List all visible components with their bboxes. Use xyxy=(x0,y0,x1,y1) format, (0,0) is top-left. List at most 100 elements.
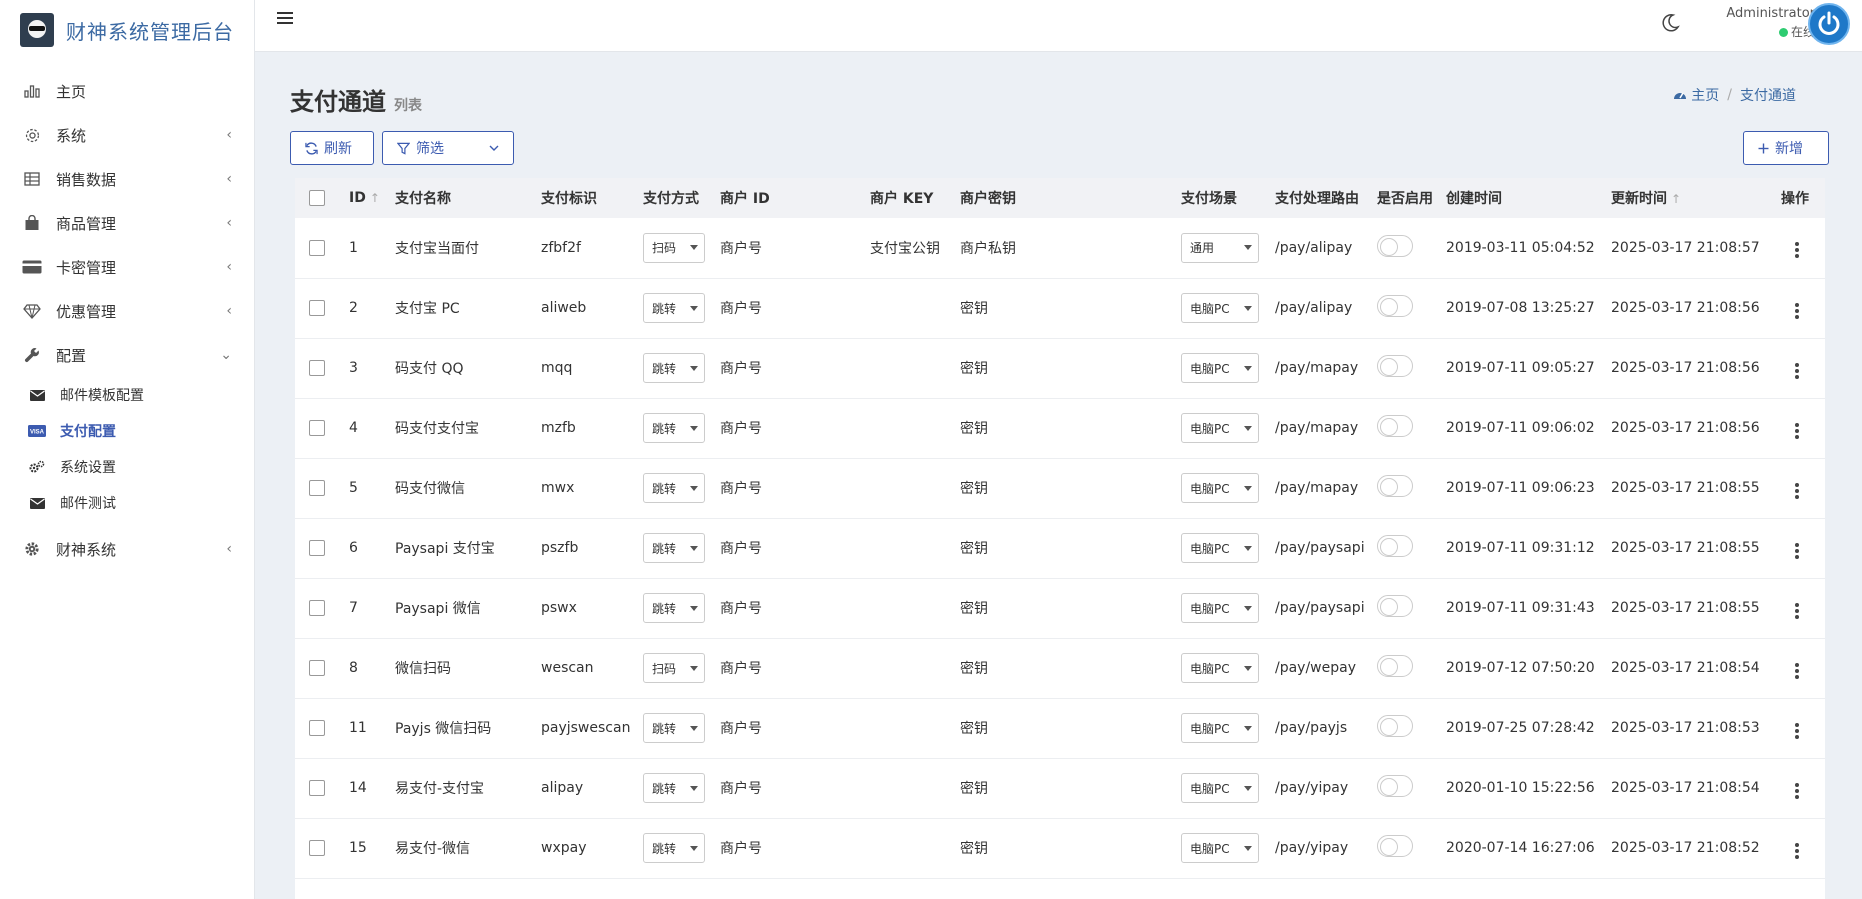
row-checkbox[interactable] xyxy=(309,720,325,736)
enabled-toggle[interactable] xyxy=(1377,655,1413,677)
user-info[interactable]: Administrator 在线 xyxy=(1705,6,1815,40)
diamond-icon xyxy=(22,301,42,321)
method-select[interactable]: 跳转 xyxy=(643,353,705,383)
enabled-toggle[interactable] xyxy=(1377,415,1413,437)
method-select[interactable]: 扫码 xyxy=(643,232,705,263)
enabled-toggle[interactable] xyxy=(1377,535,1413,557)
sidebar-item-product-management[interactable]: 商品管理 ‹ xyxy=(0,201,254,245)
caret-down-icon xyxy=(1244,245,1252,251)
enabled-toggle[interactable] xyxy=(1377,715,1413,737)
sidebar-item-caishen-system[interactable]: 财神系统 ‹ xyxy=(0,527,254,571)
method-select[interactable]: 跳转 xyxy=(643,593,705,623)
more-actions-icon[interactable] xyxy=(1789,540,1805,562)
table-row[interactable]: 3 码支付 QQ mqq 跳转 商户号 密钥 电脑PC/pay/mapay 2019-07-1… xyxy=(295,338,1825,399)
sidebar-item-config[interactable]: 配置 ⌄ xyxy=(0,333,254,377)
column-header-updated[interactable]: 更新时间 ↑ xyxy=(1603,178,1773,218)
scene-select[interactable]: 电脑PC xyxy=(1181,653,1259,683)
column-header-name: 支付名称 xyxy=(395,191,451,207)
scene-select[interactable]: 电脑PC xyxy=(1181,353,1259,383)
sidebar-subitem-payment-config[interactable]: VISA 支付配置 xyxy=(0,413,254,449)
more-actions-icon[interactable] xyxy=(1789,840,1805,862)
row-checkbox[interactable] xyxy=(309,540,325,556)
breadcrumb-home-link[interactable]: 主页 xyxy=(1691,85,1719,105)
sidebar-subitem-mail-template[interactable]: 邮件模板配置 xyxy=(0,377,254,413)
dark-mode-toggle-icon[interactable] xyxy=(1660,13,1682,35)
table-row[interactable]: 5 码支付微信 mwx 跳转 商户号 密钥 电脑PC/pay/mapay 2019-07-11… xyxy=(295,458,1825,519)
method-select[interactable]: 跳转 xyxy=(643,773,705,803)
sidebar-subitem-system-settings[interactable]: 系统设置 xyxy=(0,449,254,485)
method-select[interactable]: 扫码 xyxy=(643,653,705,683)
more-actions-icon[interactable] xyxy=(1789,600,1805,622)
more-actions-icon[interactable] xyxy=(1789,360,1805,382)
more-actions-icon[interactable] xyxy=(1789,660,1805,682)
filter-button[interactable]: 筛选 xyxy=(382,131,514,165)
scene-select[interactable]: 通用 xyxy=(1181,232,1259,263)
sidebar-subitem-mail-test[interactable]: 邮件测试 xyxy=(0,485,254,521)
table-row[interactable]: 4 码支付支付宝 mzfb 跳转 商户号 密钥 电脑PC/pay/mapay 2019-07-… xyxy=(295,398,1825,459)
add-button[interactable]: 新增 xyxy=(1743,131,1829,165)
caret-down-icon xyxy=(690,425,698,431)
cell-id: 5 xyxy=(341,458,387,519)
method-select[interactable]: 跳转 xyxy=(643,413,705,443)
more-actions-icon[interactable] xyxy=(1789,420,1805,442)
table-row[interactable]: 11 Payjs 微信扫码 payjswescan 跳转 商户号 密钥 电脑PC/pay/p… xyxy=(295,698,1825,759)
scene-select[interactable]: 电脑PC xyxy=(1181,593,1259,623)
more-actions-icon[interactable] xyxy=(1789,239,1805,261)
brand-logo xyxy=(20,13,54,47)
cell-merchant-key xyxy=(862,758,952,819)
row-checkbox[interactable] xyxy=(309,420,325,436)
enabled-toggle[interactable] xyxy=(1377,475,1413,497)
more-actions-icon[interactable] xyxy=(1789,300,1805,322)
enabled-toggle[interactable] xyxy=(1377,835,1413,857)
enabled-toggle[interactable] xyxy=(1377,234,1413,257)
more-actions-icon[interactable] xyxy=(1789,780,1805,802)
method-select[interactable]: 跳转 xyxy=(643,533,705,563)
table-row[interactable]: 2 支付宝 PC aliweb 跳转 商户号 密钥 电脑PC/pay/alipay 2019-… xyxy=(295,278,1825,339)
row-checkbox[interactable] xyxy=(309,840,325,856)
table-row[interactable]: 7 Paysapi 微信 pswx 跳转 商户号 密钥 电脑PC/pay/paysapi 20… xyxy=(295,578,1825,639)
row-checkbox[interactable] xyxy=(309,239,325,256)
cell-code: aliweb xyxy=(533,278,635,339)
table-row[interactable]: 14 易支付-支付宝 alipay 跳转 商户号 密钥 电脑PC/pay/yipay 2020… xyxy=(295,758,1825,819)
enabled-toggle[interactable] xyxy=(1377,295,1413,317)
scene-select[interactable]: 电脑PC xyxy=(1181,413,1259,443)
refresh-button[interactable]: 刷新 xyxy=(290,131,374,165)
scene-select[interactable]: 电脑PC xyxy=(1181,473,1259,503)
enabled-toggle[interactable] xyxy=(1377,775,1413,797)
scene-select[interactable]: 电脑PC xyxy=(1181,833,1259,863)
menu-toggle-icon[interactable] xyxy=(277,12,293,26)
cell-code: mqq xyxy=(533,338,635,399)
enabled-toggle[interactable] xyxy=(1377,595,1413,617)
scene-select[interactable]: 电脑PC xyxy=(1181,533,1259,563)
enabled-toggle[interactable] xyxy=(1377,355,1413,377)
row-checkbox[interactable] xyxy=(309,780,325,796)
scene-select[interactable]: 电脑PC xyxy=(1181,713,1259,743)
row-checkbox[interactable] xyxy=(309,360,325,376)
table-row[interactable]: 1 支付宝当面付 zfbf2f 扫码 商户号 支付宝公钥 商户私钥 通用/pay/alipay… xyxy=(295,218,1825,279)
method-select[interactable]: 跳转 xyxy=(643,833,705,863)
table-row[interactable]: 15 易支付-微信 wxpay 跳转 商户号 密钥 电脑PC/pay/yipay 2020-0… xyxy=(295,818,1825,879)
method-select[interactable]: 跳转 xyxy=(643,473,705,503)
table-row[interactable]: 6 Paysapi 支付宝 pszfb 跳转 商户号 密钥 电脑PC/pay/paysapi… xyxy=(295,518,1825,579)
row-checkbox[interactable] xyxy=(309,660,325,676)
scene-select-value: 电脑PC xyxy=(1190,661,1230,676)
scene-select[interactable]: 电脑PC xyxy=(1181,773,1259,803)
more-actions-icon[interactable] xyxy=(1789,720,1805,742)
sidebar-item-promotion-management[interactable]: 优惠管理 ‹ xyxy=(0,289,254,333)
row-checkbox[interactable] xyxy=(309,480,325,496)
sidebar-item-home[interactable]: 主页 xyxy=(0,69,254,113)
more-actions-icon[interactable] xyxy=(1789,480,1805,502)
sidebar-item-sales-data[interactable]: 销售数据 ‹ xyxy=(0,157,254,201)
sidebar-item-card-management[interactable]: 卡密管理 ‹ xyxy=(0,245,254,289)
method-select[interactable]: 跳转 xyxy=(643,293,705,323)
sidebar-item-system[interactable]: 系统 ‹ xyxy=(0,113,254,157)
select-all-checkbox[interactable] xyxy=(309,190,325,206)
table-row[interactable]: 8 微信扫码 wescan 扫码 商户号 密钥 电脑PC/pay/wepay 2019-07-… xyxy=(295,638,1825,699)
avatar[interactable] xyxy=(1808,3,1850,45)
brand[interactable]: 财神系统管理后台 xyxy=(0,0,254,60)
row-checkbox[interactable] xyxy=(309,600,325,616)
scene-select[interactable]: 电脑PC xyxy=(1181,293,1259,323)
row-checkbox[interactable] xyxy=(309,300,325,316)
column-header-id[interactable]: ID ↑ xyxy=(341,178,387,218)
method-select[interactable]: 跳转 xyxy=(643,713,705,743)
